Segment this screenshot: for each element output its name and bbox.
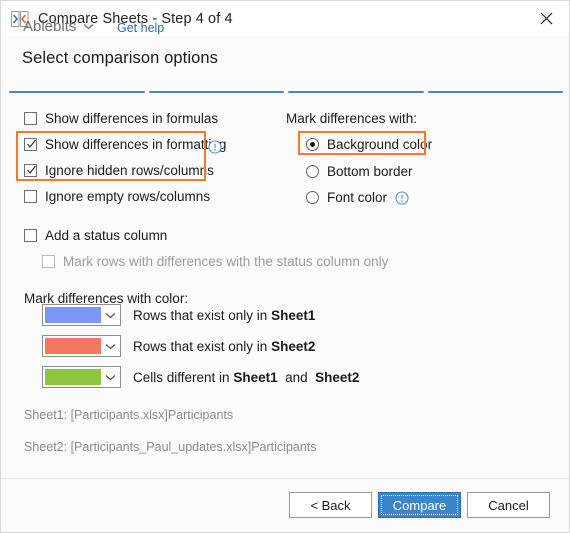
checkbox-label: Ignore empty rows/columns [45, 189, 211, 204]
dialog-header: Select comparison options [1, 36, 569, 91]
sheet2-info: Sheet2: [Participants_Paul_updates.xlsx]… [24, 440, 317, 454]
checkbox-add-a-status-column[interactable]: Add a status column [24, 228, 167, 243]
focus-ring [381, 495, 458, 515]
checkbox-box [24, 138, 37, 151]
progress-segment-1 [9, 91, 145, 93]
radio-box [306, 165, 319, 178]
color-row-description: Cells different in Sheet1 and Sheet2 [133, 369, 360, 385]
radio-box [306, 191, 319, 204]
mark-differences-with-title: Mark differences with: [286, 111, 418, 126]
checkbox-ignore-hidden-rows-columns[interactable]: Ignore hidden rows/columns [24, 163, 214, 178]
back-button-label: < Back [310, 497, 351, 513]
color-row-description: Rows that exist only in Sheet1 [133, 307, 316, 323]
color-swatch [45, 369, 101, 385]
chevron-down-icon [101, 367, 120, 387]
radio-label: Background color [327, 137, 433, 152]
color-row-description: Rows that exist only in Sheet2 [133, 338, 316, 354]
color-row-sheet2-only: Rows that exist only in Sheet2 [42, 335, 315, 357]
sheet1-info: Sheet1: [Participants.xlsx]Participants [24, 408, 234, 422]
dialog-body: Show differences in formulas Show differ… [1, 95, 569, 478]
close-icon[interactable] [524, 1, 569, 35]
progress-segment-4 [427, 91, 563, 93]
checkbox-show-differences-in-formatting[interactable]: Show differences in formatting [24, 137, 226, 152]
radio-dot [310, 142, 315, 147]
checkbox-box [42, 255, 55, 268]
info-icon-formatting[interactable] [208, 140, 222, 154]
compare-button[interactable]: Compare [378, 492, 461, 518]
compare-sheets-dialog: Compare Sheets - Step 4 of 4 Select comp… [0, 0, 570, 533]
color-row-sheet1-only: Rows that exist only in Sheet1 [42, 304, 315, 326]
checkbox-box [24, 112, 37, 125]
checkbox-label: Show differences in formulas [45, 111, 219, 126]
checkbox-mark-rows-status-column-only: Mark rows with differences with the stat… [42, 254, 388, 269]
checkbox-label: Add a status column [45, 228, 168, 243]
color-row-cells-different: Cells different in Sheet1 and Sheet2 [42, 366, 359, 388]
checkbox-box [24, 190, 37, 203]
cancel-button[interactable]: Cancel [467, 492, 550, 518]
page-title: Select comparison options [22, 49, 219, 67]
check-icon [27, 139, 37, 149]
color-dropdown-sheet1-only[interactable] [42, 304, 121, 326]
color-swatch [45, 307, 101, 323]
checkbox-show-differences-in-formulas[interactable]: Show differences in formulas [24, 111, 218, 126]
info-icon-font-color[interactable] [395, 190, 409, 205]
progress-segment-3 [288, 91, 424, 93]
radio-label: Bottom border [327, 164, 413, 179]
chevron-down-icon [83, 17, 94, 35]
ablebits-label: Ablebits [23, 17, 77, 35]
radio-background-color[interactable]: Background color [306, 137, 432, 152]
radio-font-color[interactable]: Font color [306, 190, 409, 205]
checkbox-label: Ignore hidden rows/columns [45, 163, 214, 178]
checkbox-box [24, 164, 37, 177]
checkbox-label: Mark rows with differences with the stat… [63, 254, 389, 269]
color-swatch [45, 338, 101, 354]
ablebits-menu[interactable]: Ablebits [23, 17, 94, 35]
back-button[interactable]: < Back [289, 492, 372, 518]
checkbox-ignore-empty-rows-columns[interactable]: Ignore empty rows/columns [24, 189, 210, 204]
color-dropdown-cells-different[interactable] [42, 366, 121, 388]
checkbox-box [24, 229, 37, 242]
radio-bottom-border[interactable]: Bottom border [306, 164, 413, 179]
color-dropdown-sheet2-only[interactable] [42, 335, 121, 357]
check-icon [27, 165, 37, 175]
get-help-link[interactable]: Get help [117, 21, 164, 35]
progress-segment-2 [148, 91, 284, 93]
radio-label: Font color [327, 190, 388, 205]
chevron-down-icon [101, 305, 120, 325]
radio-box [306, 138, 319, 151]
cancel-button-label: Cancel [488, 497, 529, 513]
checkbox-label: Show differences in formatting [45, 137, 227, 152]
chevron-down-icon [101, 336, 120, 356]
